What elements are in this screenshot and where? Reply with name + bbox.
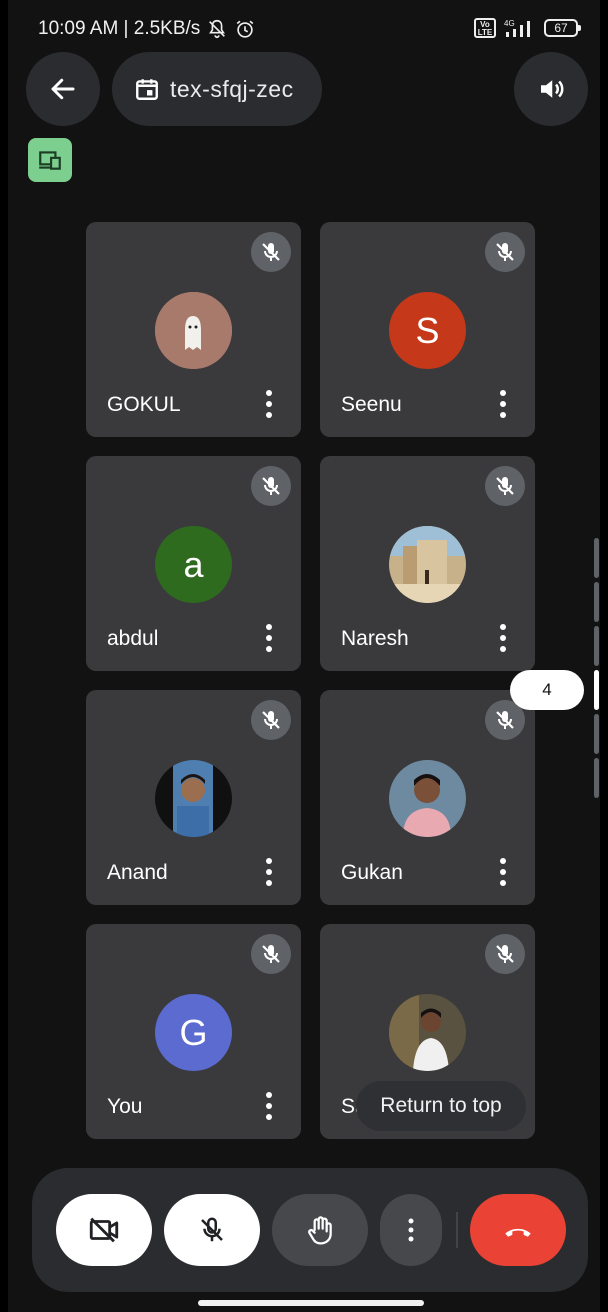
- speaker-button[interactable]: [514, 52, 588, 126]
- call-controls-bar: [32, 1168, 588, 1292]
- page-dot[interactable]: [594, 582, 599, 622]
- avatar: [389, 994, 466, 1071]
- mic-off-icon: [251, 232, 291, 272]
- raise-hand-icon: [308, 1216, 332, 1245]
- return-to-top-button[interactable]: Return to top: [356, 1081, 526, 1131]
- camera-toggle-button[interactable]: [56, 1194, 152, 1266]
- more-vert-icon: [408, 1218, 414, 1242]
- notifications-off-icon: [209, 19, 226, 39]
- person-photo-icon: [389, 760, 466, 837]
- mic-off-icon: [485, 232, 525, 272]
- alarm-icon: [236, 20, 254, 38]
- avatar: G: [155, 994, 232, 1071]
- raise-hand-button[interactable]: [272, 1194, 368, 1266]
- page-indicator: 4: [510, 670, 584, 710]
- avatar: S: [389, 292, 466, 369]
- participant-tile-self[interactable]: G You: [86, 924, 301, 1139]
- mic-off-icon: [251, 700, 291, 740]
- more-vert-icon[interactable]: [491, 389, 515, 419]
- status-bar-right: Vo LTE 4G 67: [474, 18, 581, 38]
- mic-off-icon: [201, 1217, 223, 1242]
- participant-tile[interactable]: GOKUL: [86, 222, 301, 437]
- more-vert-icon[interactable]: [257, 389, 281, 419]
- screen-edge-left: [0, 0, 8, 1312]
- mic-toggle-button[interactable]: [164, 1194, 260, 1266]
- more-vert-icon[interactable]: [257, 623, 281, 653]
- arrow-left-icon: [51, 78, 75, 100]
- more-vert-icon[interactable]: [257, 1091, 281, 1121]
- more-vert-icon[interactable]: [491, 857, 515, 887]
- avatar: [155, 760, 232, 837]
- avatar-letter: a: [183, 543, 204, 585]
- battery-indicator: 67: [544, 19, 581, 37]
- avatar: [389, 760, 466, 837]
- participant-name: Naresh: [341, 627, 409, 650]
- participant-tile[interactable]: Naresh: [320, 456, 535, 671]
- person-photo-icon: [389, 994, 466, 1071]
- page-dot-active[interactable]: [594, 670, 599, 710]
- ghost-photo-icon: [155, 292, 232, 369]
- cast-device-icon: [39, 151, 61, 170]
- camera-off-icon: [89, 1217, 119, 1243]
- page-dot[interactable]: [594, 758, 599, 798]
- meeting-info-button[interactable]: tex-sfqj-zec: [112, 52, 322, 126]
- status-time-speed: 10:09 AM | 2.5KB/s: [38, 18, 201, 39]
- presenting-indicator[interactable]: [28, 138, 72, 182]
- avatar: [389, 526, 466, 603]
- mic-off-icon: [251, 466, 291, 506]
- participant-tile[interactable]: Anand: [86, 690, 301, 905]
- participant-name: You: [107, 1095, 143, 1118]
- participant-name: GOKUL: [107, 393, 181, 416]
- page-dot[interactable]: [594, 626, 599, 666]
- participant-name: abdul: [107, 627, 159, 650]
- end-call-icon: [505, 1228, 531, 1237]
- participant-tile[interactable]: Gukan: [320, 690, 535, 905]
- more-vert-icon[interactable]: [491, 623, 515, 653]
- mic-off-icon: [485, 466, 525, 506]
- avatar-letter: G: [179, 1011, 208, 1053]
- screen-edge-right: [600, 0, 608, 1312]
- participant-tile[interactable]: S Seenu: [320, 222, 535, 437]
- mic-off-icon: [251, 934, 291, 974]
- mic-off-icon: [485, 934, 525, 974]
- desert-photo-icon: [389, 526, 466, 603]
- network-type: 4G: [504, 19, 515, 28]
- end-call-button[interactable]: [470, 1194, 566, 1266]
- signal-icon: 4G: [504, 19, 530, 37]
- meet-call-screen: 10:09 AM | 2.5KB/s Vo LTE 4G 67 tex-sfqj…: [0, 0, 608, 1312]
- more-vert-icon[interactable]: [257, 857, 281, 887]
- status-bar-left: 10:09 AM | 2.5KB/s: [38, 18, 256, 40]
- participant-tile[interactable]: a abdul: [86, 456, 301, 671]
- back-button[interactable]: [26, 52, 100, 126]
- participant-name: Seenu: [341, 393, 402, 416]
- participant-name: Anand: [107, 861, 168, 884]
- person-photo-icon: [155, 760, 232, 837]
- meeting-code: tex-sfqj-zec: [170, 75, 294, 102]
- participant-name: Gukan: [341, 861, 403, 884]
- avatar-letter: S: [415, 309, 440, 351]
- page-dot[interactable]: [594, 714, 599, 754]
- more-options-button[interactable]: [380, 1194, 442, 1266]
- avatar: [155, 292, 232, 369]
- home-indicator[interactable]: [198, 1300, 424, 1306]
- calendar-icon: [136, 79, 158, 100]
- volte-badge: Vo LTE: [474, 18, 496, 38]
- avatar: a: [155, 526, 232, 603]
- divider: [456, 1212, 458, 1248]
- speaker-icon: [541, 80, 564, 98]
- page-dot[interactable]: [594, 538, 599, 578]
